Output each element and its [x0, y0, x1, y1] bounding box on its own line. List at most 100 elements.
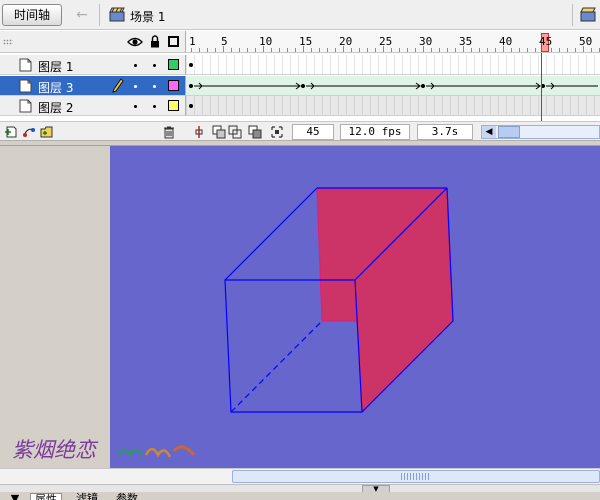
- ruler-tick: [487, 48, 488, 52]
- keyframe[interactable]: [421, 84, 425, 88]
- tab-parameters[interactable]: 参数: [112, 493, 142, 500]
- eye-icon[interactable]: [127, 36, 143, 48]
- keyframe[interactable]: [189, 104, 193, 108]
- timeline-toggle-button[interactable]: 时间轴: [2, 4, 62, 26]
- ruler-tick: [455, 48, 456, 52]
- layer-row[interactable]: 图层 3: [0, 76, 185, 96]
- ruler-tick: [335, 48, 336, 52]
- layer-name: 图层 1: [38, 60, 74, 74]
- cube-edge: [224, 187, 318, 281]
- ruler-tick: [591, 48, 592, 52]
- scroll-left-icon[interactable]: ◀: [482, 126, 496, 138]
- ruler-number: 50: [579, 35, 593, 48]
- motion-tween-arrows: [194, 82, 598, 90]
- playhead-line: [541, 53, 542, 121]
- insert-folder-icon[interactable]: [40, 125, 54, 139]
- layer-frames[interactable]: [185, 55, 600, 75]
- ruler-tick: [559, 48, 560, 52]
- ruler-number: 40: [499, 35, 513, 48]
- ruler-number: 30: [419, 35, 433, 48]
- keyframe[interactable]: [301, 84, 305, 88]
- lock-icon[interactable]: [150, 35, 160, 48]
- visibility-dot[interactable]: [134, 85, 137, 88]
- ruler-number: 5: [221, 35, 228, 48]
- back-arrow-icon[interactable]: ←: [70, 5, 94, 25]
- toolbar-separator: [99, 4, 100, 26]
- stage-horizontal-scrollbar[interactable]: [0, 468, 600, 484]
- layer-outline-color-swatch[interactable]: [168, 100, 179, 111]
- scene-clapper-icon: [109, 7, 125, 22]
- visibility-dot[interactable]: [134, 64, 137, 67]
- layer-name: 图层 3: [38, 81, 74, 95]
- edit-bar: 时间轴 ← 场景 1: [0, 0, 600, 30]
- cube-drawing[interactable]: [110, 146, 600, 468]
- ruler-tick: [351, 48, 352, 52]
- ruler-tick: [207, 48, 208, 52]
- watermark-signature: 紫烟绝恋: [12, 438, 196, 462]
- pencil-icon: [112, 78, 124, 93]
- panel-grip-icon[interactable]: [3, 39, 13, 45]
- ruler-tick: [215, 48, 216, 52]
- ruler-tick: [319, 48, 320, 52]
- frame-rate-display[interactable]: 12.0 fps: [340, 124, 410, 140]
- property-panel-tabs: ▼ 属性 滤镜 参数: [0, 492, 600, 500]
- ruler-tick: [311, 48, 312, 52]
- layer-row[interactable]: 图层 1: [0, 55, 185, 75]
- timeline-footer: 45 12.0 fps 3.7s ◀: [0, 121, 600, 141]
- stage-scroll-thumb[interactable]: [232, 470, 600, 483]
- timeline-scrollbar[interactable]: ◀: [481, 125, 600, 139]
- ruler-tick: [375, 48, 376, 52]
- ruler-tick: [447, 48, 448, 52]
- layer-frames[interactable]: [185, 76, 600, 96]
- add-layer-icon[interactable]: [4, 125, 18, 139]
- ruler-tick: [575, 48, 576, 52]
- layer-outline-color-swatch[interactable]: [168, 59, 179, 70]
- ruler-tick: [439, 48, 440, 52]
- watermark-text: 紫烟绝恋: [12, 438, 99, 462]
- ruler-tick: [367, 48, 368, 52]
- ruler-tick: [415, 48, 416, 52]
- ruler-tick: [391, 48, 392, 52]
- ruler-tick: [471, 48, 472, 52]
- center-frame-icon[interactable]: [192, 125, 206, 139]
- onion-skin-outlines-icon[interactable]: [228, 125, 242, 139]
- cube-hidden-edge: [230, 320, 323, 413]
- ruler-tick: [407, 48, 408, 52]
- ruler-tick: [295, 48, 296, 52]
- edit-multiple-frames-icon[interactable]: [248, 125, 262, 139]
- timeline-scroll-thumb[interactable]: [498, 126, 520, 138]
- panel-expand-arrow-icon[interactable]: ▼: [8, 493, 22, 500]
- ruler-tick: [255, 48, 256, 52]
- keyframe[interactable]: [189, 63, 193, 67]
- layer-row[interactable]: 图层 2: [0, 96, 185, 116]
- ruler-number: 35: [459, 35, 473, 48]
- ruler-number: 10: [259, 35, 273, 48]
- scene-breadcrumb[interactable]: 场景 1: [130, 8, 165, 25]
- ruler-tick: [551, 48, 552, 52]
- tab-filters[interactable]: 滤镜: [72, 493, 102, 500]
- onion-skin-icon[interactable]: [212, 125, 226, 139]
- lock-dot[interactable]: [153, 105, 156, 108]
- visibility-dot[interactable]: [134, 105, 137, 108]
- modify-onion-markers-icon[interactable]: [270, 125, 284, 139]
- ruler-number: 25: [379, 35, 393, 48]
- trash-icon[interactable]: [162, 125, 176, 139]
- ruler-tick: [527, 48, 528, 52]
- panel-resize-bar[interactable]: ▼: [0, 484, 600, 493]
- layer-outline-color-swatch[interactable]: [168, 80, 179, 91]
- lock-dot[interactable]: [153, 85, 156, 88]
- layer-icon: [19, 79, 32, 93]
- ruler-tick: [511, 48, 512, 52]
- add-motion-guide-icon[interactable]: [22, 125, 36, 139]
- scroll-grip-icon: [401, 473, 431, 480]
- edit-scene-icon[interactable]: [580, 7, 596, 22]
- keyframe[interactable]: [189, 84, 193, 88]
- frame-ruler[interactable]: 1510152025303540455045: [185, 31, 600, 53]
- lock-dot[interactable]: [153, 64, 156, 67]
- tab-properties[interactable]: 属性: [30, 493, 62, 500]
- layer-frames[interactable]: [185, 96, 600, 116]
- outline-toggle-icon[interactable]: [168, 36, 179, 47]
- stage-canvas[interactable]: [110, 146, 600, 468]
- ruler-tick: [231, 48, 232, 52]
- ruler-tick: [535, 48, 536, 52]
